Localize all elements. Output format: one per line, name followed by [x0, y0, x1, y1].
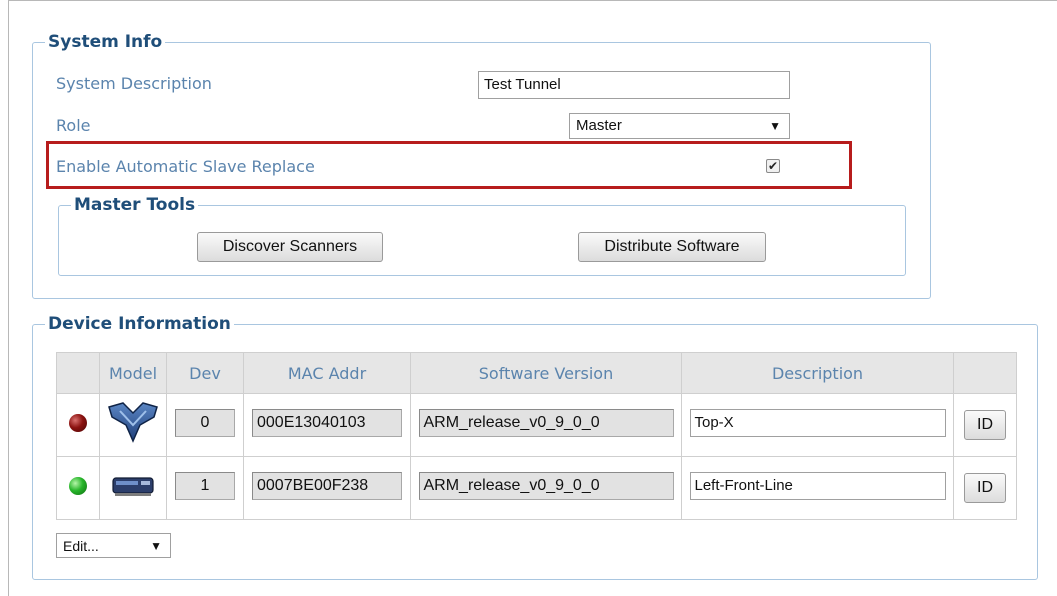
device-info-legend: Device Information [48, 314, 231, 334]
header-description: Description [681, 352, 954, 394]
software-version-field: ARM_release_v0_9_0_0 [418, 409, 674, 437]
header-model: Model [99, 352, 167, 394]
scanner-x-icon [106, 402, 160, 449]
header-actions [953, 352, 1017, 394]
description-input[interactable]: Left-Front-Line [689, 472, 946, 500]
system-description-input[interactable]: Test Tunnel [478, 71, 790, 99]
id-button[interactable]: ID [964, 473, 1006, 503]
dev-number-field: 1 [175, 472, 235, 500]
table-row: 0 000E13040103 ARM_release_v0_9_0_0 Top-… [56, 393, 1017, 457]
id-button[interactable]: ID [964, 410, 1006, 440]
distribute-software-button[interactable]: Distribute Software [578, 232, 766, 262]
edit-select[interactable]: Edit... ▼ [56, 533, 171, 558]
chevron-down-icon: ▼ [150, 539, 162, 553]
discover-scanners-button[interactable]: Discover Scanners [197, 232, 383, 262]
software-version-field: ARM_release_v0_9_0_0 [418, 472, 674, 500]
role-label: Role [56, 116, 91, 135]
system-description-label: System Description [56, 74, 212, 93]
device-table: Model Dev MAC Addr Software Version Desc… [56, 352, 1017, 520]
highlight-box [46, 141, 852, 189]
header-dev: Dev [166, 352, 244, 394]
scanner-line-icon [111, 477, 155, 502]
description-input[interactable]: Top-X [689, 409, 946, 437]
header-mac-addr: MAC Addr [243, 352, 411, 394]
header-status [56, 352, 100, 394]
table-header-row: Model Dev MAC Addr Software Version Desc… [56, 352, 1017, 394]
chevron-down-icon: ▼ [769, 119, 781, 133]
mac-address-field: 0007BE00F238 [252, 472, 402, 500]
mac-address-field: 000E13040103 [252, 409, 402, 437]
system-info-legend: System Info [48, 32, 163, 52]
dev-number-field: 0 [175, 409, 235, 437]
role-select[interactable]: Master ▼ [569, 113, 790, 139]
role-select-value: Master [576, 117, 622, 134]
master-tools-legend: Master Tools [74, 195, 196, 215]
window-left-border [8, 0, 9, 596]
window-top-border [8, 0, 1057, 1]
edit-select-value: Edit... [63, 538, 99, 554]
table-row: 1 0007BE00F238 ARM_release_v0_9_0_0 Left… [56, 456, 1017, 520]
header-software-version: Software Version [410, 352, 682, 394]
status-led-icon [69, 477, 87, 495]
status-led-icon [69, 414, 87, 432]
master-tools-group: Master Tools [58, 195, 906, 276]
